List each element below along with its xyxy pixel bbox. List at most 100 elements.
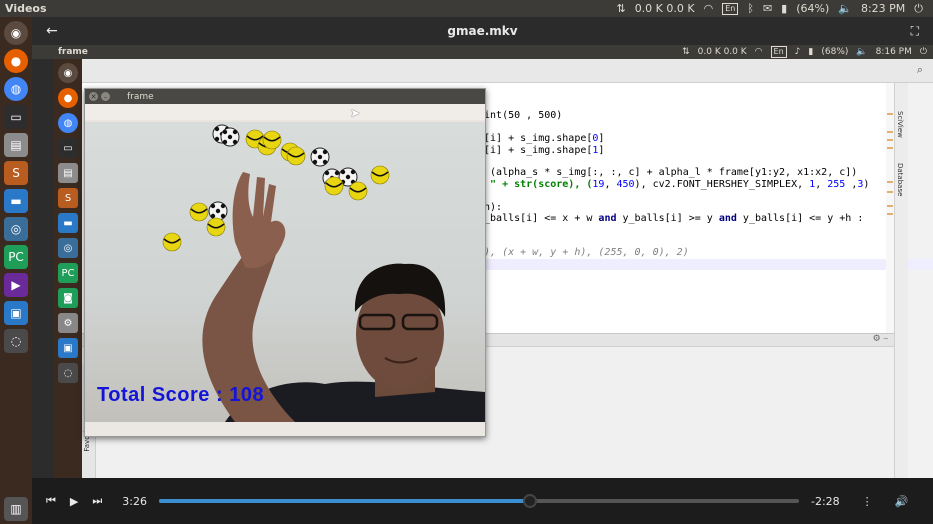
tennis-ball: [162, 232, 182, 252]
frame-toolbar: [85, 104, 485, 120]
launcher: ◉ ● ◍ ▭ ▤ S ▬ ◎ PC ▶ ▣ ◌ ▥: [0, 17, 32, 524]
volume-button[interactable]: 🔊: [895, 495, 909, 508]
battery-level: (64%): [796, 2, 830, 15]
files-icon[interactable]: ▤: [4, 133, 28, 157]
person-hand: [232, 172, 286, 269]
ubuntu-dash-icon[interactable]: ◉: [4, 21, 28, 45]
frame-title: frame: [127, 91, 154, 102]
code-line: s[i] + s_img.shape[1]: [478, 144, 605, 156]
code-lines: dint(50 , 500) s[i] + s_img.shape[0] s[i…: [478, 99, 933, 282]
system-top-bar: Videos ⇅ 0.0 K 0.0 K ◠ En ᛒ ✉ ▮ (64%) 🔈 …: [0, 0, 933, 17]
network-speed-icon[interactable]: ⇅: [616, 2, 625, 15]
marker: [887, 205, 893, 207]
tennis-ball: [189, 202, 209, 222]
inner-top-bar: frame ⇅ 0.0 K 0.0 K ◠ En ♪ ▮ (68%) 🔈 8:1…: [32, 45, 933, 59]
inner-battery-level: (68%): [821, 47, 849, 57]
player-header: ← gmae.mkv ⛶: [32, 17, 933, 45]
marker: [887, 139, 893, 141]
current-line-highlight: [478, 258, 933, 270]
gear-icon: ⚙ ⎯: [872, 334, 888, 344]
inner-wifi-icon: ◠: [754, 47, 763, 57]
marker: [887, 213, 893, 215]
keyboard-layout[interactable]: En: [722, 2, 739, 15]
camera-app-icon[interactable]: ◎: [4, 217, 28, 241]
marker: [887, 191, 893, 193]
total-score: Total Score : 108: [97, 384, 265, 406]
firefox-icon[interactable]: ●: [4, 49, 28, 73]
inner-launcher: ◉ ● ◍ ▭ ▤ S ▬ ◎ PC ◙ ⚙ ▣ ◌: [54, 59, 82, 478]
inner-chrome-icon: ◍: [58, 113, 78, 133]
inner-disk-icon: ◌: [58, 363, 78, 383]
marker: [887, 131, 893, 133]
clock[interactable]: 8:23 PM: [861, 2, 905, 15]
minimize-icon: –: [101, 92, 110, 101]
webcam-view: Total Score : 108: [85, 122, 485, 422]
wifi-icon[interactable]: ◠: [704, 2, 714, 15]
frame-status-bar: [85, 422, 485, 436]
editor-marker-gutter: [886, 83, 894, 333]
chrome-icon[interactable]: ◍: [4, 77, 28, 101]
inner-terminal-icon: ▭: [58, 138, 78, 158]
ide-toolbar: ⌕: [82, 59, 933, 83]
window-icon[interactable]: ▣: [4, 301, 28, 325]
mail-icon[interactable]: ✉: [763, 2, 772, 15]
code-line: y), (x + w, y + h), (255, 0, 0), 2): [478, 247, 689, 259]
sublime-icon[interactable]: S: [4, 161, 28, 185]
inner-battery-icon: ▮: [808, 47, 814, 57]
inner-dash-icon: ◉: [58, 63, 78, 83]
power-icon[interactable]: ⏻: [914, 2, 923, 16]
video-frame: frame ⇅ 0.0 K 0.0 K ◠ En ♪ ▮ (68%) 🔈 8:1…: [32, 45, 933, 478]
inner-app-name: frame: [58, 47, 88, 57]
marker: [887, 147, 893, 149]
code-line: s[i] + s_img.shape[0]: [478, 133, 605, 145]
volume-icon[interactable]: 🔈: [838, 2, 852, 15]
marker: [887, 181, 893, 183]
elapsed-time: 3:26: [122, 494, 147, 508]
inner-keyboard-layout: En: [770, 46, 787, 58]
soccer-ball: [208, 201, 228, 221]
soccer-ball: [220, 127, 240, 147]
seek-handle[interactable]: [523, 494, 538, 508]
next-icon[interactable]: ⏭: [92, 494, 102, 508]
inner-network-speed: 0.0 K 0.0 K: [697, 47, 747, 57]
inner-bell-icon: ♪: [794, 47, 801, 57]
tennis-ball: [324, 176, 344, 196]
code-line: : " + str(score), (19, 450), cv2.FONT_HE…: [478, 178, 870, 190]
inner-settings-icon: ⚙: [58, 313, 78, 333]
disk-icon[interactable]: ◌: [4, 329, 28, 353]
battery-icon[interactable]: ▮: [781, 2, 787, 15]
more-options-icon[interactable]: ⋮: [862, 495, 873, 508]
code-line: = (alpha_s * s_img[:, :, c] + alpha_l * …: [478, 167, 858, 179]
previous-icon[interactable]: ⏮: [46, 494, 56, 508]
video-player-icon[interactable]: ▶: [4, 273, 28, 297]
inner-volume-icon: 🔈: [856, 47, 868, 57]
frame-window: ✕ – frame Total Score: 108: [84, 88, 486, 437]
back-arrow-icon[interactable]: ←: [46, 23, 58, 39]
tennis-ball: [262, 130, 282, 150]
seek-bar-fill: [158, 499, 531, 503]
frame-titlebar: ✕ – frame: [85, 89, 485, 104]
remaining-time: -2:28: [810, 494, 840, 508]
inner-files-icon: ▤: [58, 163, 78, 183]
inner-folder-icon: ▬: [58, 213, 78, 233]
fullscreen-icon[interactable]: ⛶: [911, 24, 919, 39]
desktop: Videos ⇅ 0.0 K 0.0 K ◠ En ᛒ ✉ ▮ (64%) 🔈 …: [0, 0, 933, 524]
inner-sublime-icon: S: [58, 188, 78, 208]
folder-icon[interactable]: ▬: [4, 189, 28, 213]
network-speed: 0.0 K 0.0 K: [634, 2, 695, 15]
seek-bar[interactable]: [158, 494, 799, 508]
trash-icon[interactable]: ▥: [4, 497, 28, 521]
webcam-scene: [162, 124, 485, 422]
soccer-ball: [310, 147, 330, 167]
inner-record-icon: ◙: [58, 288, 78, 308]
code-line: x_balls[i] <= x + w and y_balls[i] >= y …: [478, 213, 864, 225]
inner-camera-icon: ◎: [58, 238, 78, 258]
play-button[interactable]: ▶: [70, 495, 78, 508]
tennis-ball: [370, 165, 390, 185]
video-player: ← gmae.mkv ⛶ frame ⇅ 0.0 K 0.0 K ◠ En ♪ …: [32, 17, 933, 524]
database-tab: Database: [896, 163, 904, 197]
terminal-icon[interactable]: ▭: [4, 105, 28, 129]
bluetooth-icon[interactable]: ᛒ: [747, 2, 754, 15]
pycharm-icon[interactable]: PC: [4, 245, 28, 269]
mouse-cursor-icon: ➤: [350, 106, 361, 120]
